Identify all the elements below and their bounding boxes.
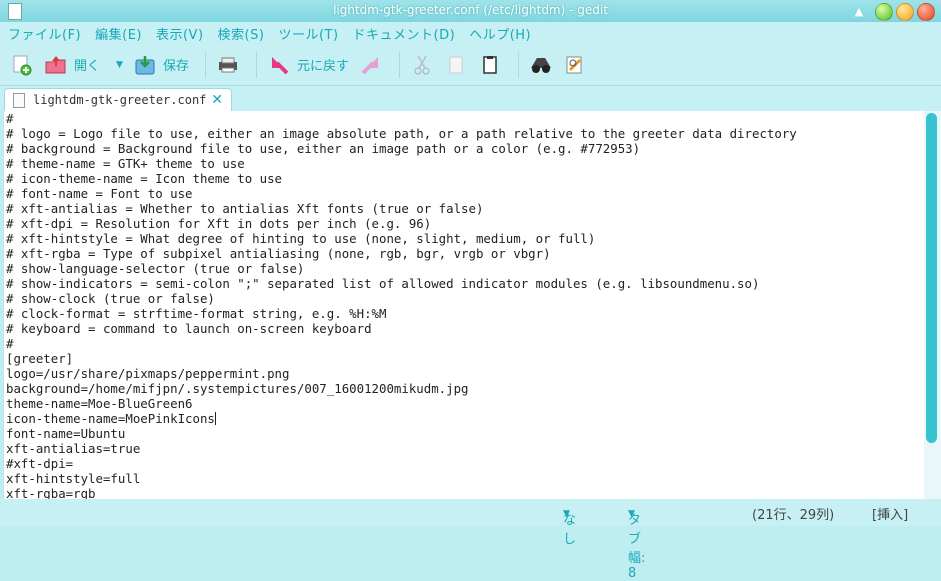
tab-bar: lightdm-gtk-greeter.conf ✕: [0, 86, 941, 111]
cursor-position: (21行、29列): [752, 508, 835, 523]
vertical-scrollbar[interactable]: [924, 111, 941, 499]
new-document-icon: [10, 54, 34, 76]
save-button[interactable]: 保存: [133, 50, 189, 80]
find-button[interactable]: [529, 50, 553, 80]
chevron-down-icon: ▼: [628, 509, 635, 519]
copy-icon: [444, 54, 468, 76]
editor-line: #: [6, 111, 14, 126]
open-button[interactable]: 開く ▼: [44, 50, 123, 80]
close-icon[interactable]: ✕: [211, 92, 223, 108]
copy-button[interactable]: [444, 50, 468, 80]
editor-line: # xft-dpi = Resolution for Xft in dots p…: [6, 216, 432, 231]
editor-line: xft-antialias=true: [6, 441, 141, 456]
toolbar-separator: [398, 51, 400, 78]
minimize-button[interactable]: [896, 3, 914, 21]
print-button[interactable]: [216, 50, 240, 80]
editor-line: background=/home/mifjpn/.systempictures/…: [6, 381, 469, 396]
window-title: lightdm-gtk-greeter.conf (/etc/lightdm) …: [333, 3, 608, 17]
open-folder-icon: [44, 54, 68, 76]
menu-search[interactable]: 検索(S): [218, 24, 265, 43]
editor-line: # show-indicators = semi-colon ";" separ…: [6, 276, 760, 291]
editor-line: # xft-rgba = Type of subpixel antialiasi…: [6, 246, 551, 261]
chevron-up-icon[interactable]: ▲: [852, 5, 866, 19]
editor-line: xft-rgba=rgb: [6, 486, 96, 499]
binoculars-icon: [529, 54, 553, 76]
tab-document[interactable]: lightdm-gtk-greeter.conf ✕: [4, 88, 232, 111]
scrollbar-thumb[interactable]: [926, 113, 937, 443]
editor-line: xft-hintstyle=full: [6, 471, 141, 486]
save-icon: [133, 54, 157, 76]
editor-line: [greeter]: [6, 351, 74, 366]
paste-icon: [478, 54, 502, 76]
editor-line: # icon-theme-name = Icon theme to use: [6, 171, 283, 186]
menu-documents[interactable]: ドキュメント(D): [353, 24, 456, 43]
text-editor[interactable]: # # logo = Logo file to use, either an im…: [3, 111, 925, 499]
replace-button[interactable]: [563, 50, 587, 80]
editor-line: # logo = Logo file to use, either an ima…: [6, 126, 797, 141]
chevron-down-icon[interactable]: ▼: [116, 60, 123, 70]
cut-button[interactable]: [410, 50, 434, 80]
find-replace-icon: [563, 54, 587, 76]
save-label: 保存: [162, 59, 189, 74]
menu-file[interactable]: ファイル(F): [8, 24, 81, 43]
editor-line: # background = Background file to use, e…: [6, 141, 641, 156]
editor-line: #xft-dpi=: [6, 456, 74, 471]
insert-mode: [挿入]: [872, 508, 909, 523]
menu-tools[interactable]: ツール(T): [278, 24, 338, 43]
toolbar-separator: [255, 51, 257, 78]
editor-lines: # # logo = Logo file to use, either an im…: [4, 111, 925, 499]
undo-label: 元に戻す: [296, 59, 349, 74]
toolbar: 開く ▼ 保存 元に戻す: [0, 44, 941, 86]
editor-line: font-name=Ubuntu: [6, 426, 126, 441]
editor-line: # xft-antialias = Whether to antialias X…: [6, 201, 484, 216]
tab-label: lightdm-gtk-greeter.conf: [33, 93, 207, 107]
text-cursor: [214, 412, 216, 425]
editor-line: # show-language-selector (true or false): [6, 261, 305, 276]
current-line-text: icon-theme-name=MoePinkIcons: [6, 411, 215, 426]
maximize-button[interactable]: [875, 3, 893, 21]
editor-line: # keyboard = command to launch on-screen…: [6, 321, 372, 336]
editor-line: # clock-format = strftime-format string,…: [6, 306, 387, 321]
editor-line-current: icon-theme-name=MoePinkIcons: [6, 411, 925, 426]
menu-edit[interactable]: 編集(E): [95, 24, 142, 43]
editor-line: # xft-hintstyle = What degree of hinting…: [6, 231, 596, 246]
editor-line: # font-name = Font to use: [6, 186, 193, 201]
chevron-down-icon: ▼: [563, 509, 570, 519]
status-bar: なし ▼ タブ幅: 8 ▼ (21行、29列) [挿入]: [0, 499, 941, 581]
tab-width-label: タブ幅: 8: [628, 513, 646, 581]
menu-view[interactable]: 表示(V): [156, 24, 204, 43]
undo-icon: [267, 54, 291, 76]
open-label: 開く: [74, 59, 101, 74]
window-controls: ▲: [852, 3, 935, 21]
redo-button[interactable]: [359, 50, 383, 80]
editor-line: theme-name=Moe-BlueGreen6: [6, 396, 193, 411]
editor-line: logo=/usr/share/pixmaps/peppermint.png: [6, 366, 290, 381]
undo-button[interactable]: 元に戻す: [267, 50, 349, 80]
new-button[interactable]: [10, 50, 34, 80]
text-file-icon: [13, 92, 25, 108]
printer-icon: [216, 54, 240, 76]
close-button[interactable]: [917, 3, 935, 21]
menu-bar: ファイル(F) 編集(E) 表示(V) 検索(S) ツール(T) ドキュメント(…: [0, 22, 941, 44]
editor-line: # theme-name = GTK+ theme to use: [6, 156, 245, 171]
scissors-icon: [410, 54, 434, 76]
redo-icon: [359, 54, 383, 76]
toolbar-separator: [517, 51, 519, 78]
editor-line: # show-clock (true or false): [6, 291, 215, 306]
toolbar-separator: [204, 51, 206, 78]
editor-line: #: [6, 336, 14, 351]
paste-button[interactable]: [478, 50, 502, 80]
title-bar: lightdm-gtk-greeter.conf (/etc/lightdm) …: [0, 0, 941, 22]
menu-help[interactable]: ヘルプ(H): [469, 24, 531, 43]
